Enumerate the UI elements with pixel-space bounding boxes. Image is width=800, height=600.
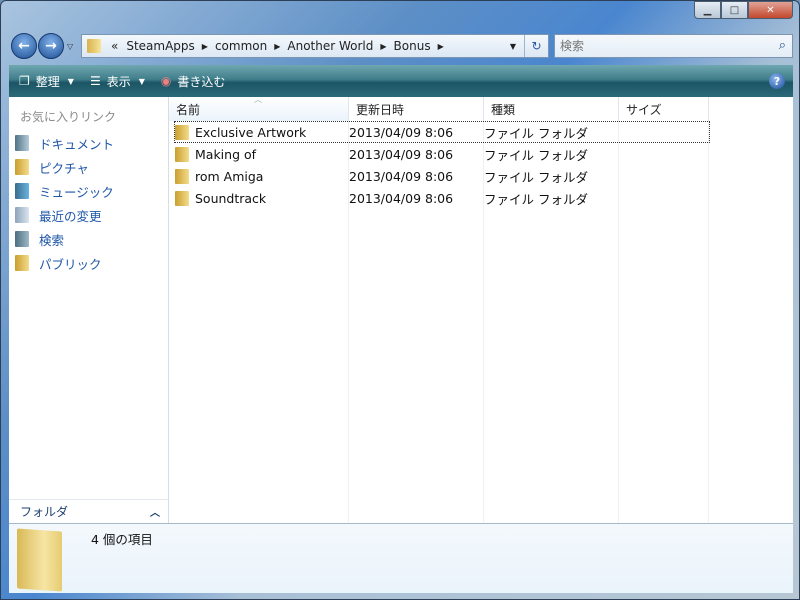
file-row[interactable]: rom Amiga 2013/04/09 8:06 ファイル フォルダ	[175, 166, 619, 186]
details-pane: 4 個の項目	[9, 523, 793, 593]
navigation-buttons: ← → ▽	[11, 33, 73, 59]
maximize-button[interactable]: □	[721, 1, 748, 19]
sidebar-item-label: 最近の変更	[39, 208, 102, 224]
folders-toggle[interactable]: フォルダ ︿	[9, 499, 168, 523]
file-name: rom Amiga	[195, 168, 264, 184]
help-icon[interactable]: ?	[769, 73, 785, 89]
column-type[interactable]: 種類	[484, 97, 619, 121]
sidebar-item-recent[interactable]: 最近の変更	[15, 205, 102, 225]
burn-button[interactable]: ◉ 書き込む	[161, 73, 226, 90]
favorite-links-header: お気に入りリンク	[20, 110, 117, 124]
sidebar-item-label: 検索	[39, 232, 65, 248]
file-type: ファイル フォルダ	[484, 169, 588, 185]
search-icon[interactable]: ⌕	[779, 38, 786, 53]
recent-changes-icon	[15, 207, 29, 223]
file-name: Soundtrack	[195, 190, 267, 206]
column-size[interactable]: サイズ	[619, 97, 709, 121]
column-label: 名前	[176, 103, 201, 117]
breadcrumb-arrow-icon[interactable]: ▶	[380, 42, 386, 51]
file-row[interactable]: Exclusive Artwork 2013/04/09 8:06 ファイル フ…	[174, 121, 710, 143]
breadcrumb-arrow-icon[interactable]: ▶	[438, 42, 444, 51]
forward-button[interactable]: →	[38, 33, 64, 59]
file-name: Exclusive Artwork	[195, 124, 307, 140]
folders-label: フォルダ	[20, 505, 69, 519]
organize-label: 整理	[35, 74, 60, 89]
column-label: 種類	[491, 103, 516, 117]
sidebar-item-music[interactable]: ミュージック	[15, 181, 114, 201]
views-label: 表示	[106, 74, 131, 89]
organize-icon: ❐	[19, 74, 30, 88]
column-date-modified[interactable]: 更新日時	[349, 97, 484, 121]
item-count: 4 個の項目	[91, 532, 153, 547]
refresh-icon[interactable]: ↻	[524, 35, 548, 57]
file-date: 2013/04/09 8:06	[349, 124, 454, 140]
file-row[interactable]: Soundtrack 2013/04/09 8:06 ファイル フォルダ	[175, 188, 619, 208]
column-label: サイズ	[626, 103, 662, 117]
burn-disc-icon: ◉	[160, 74, 172, 88]
folder-icon	[15, 159, 29, 175]
folder-icon	[175, 124, 189, 140]
sidebar-item-searches[interactable]: 検索	[15, 229, 64, 249]
folder-icon	[175, 190, 189, 206]
address-dropdown-icon[interactable]: ▼	[504, 35, 522, 57]
views-icon: ☰	[89, 74, 101, 88]
recent-pages-dropdown[interactable]: ▽	[67, 42, 73, 51]
column-divider	[708, 121, 709, 523]
breadcrumb-steamapps[interactable]: SteamApps	[126, 39, 194, 53]
address-bar[interactable]: « SteamApps ▶ common ▶ Another World ▶ B…	[81, 34, 549, 58]
breadcrumb-arrow-icon[interactable]: ▶	[274, 42, 280, 51]
folder-icon	[87, 39, 101, 53]
breadcrumb-bonus[interactable]: Bonus	[394, 39, 431, 53]
search-box: ⌕	[554, 34, 793, 58]
views-button[interactable]: ☰ 表示 ▼	[90, 73, 145, 90]
burn-label: 書き込む	[177, 74, 226, 89]
breadcrumb-arrow-icon[interactable]: ▶	[202, 42, 208, 51]
sidebar-item-public[interactable]: パブリック	[15, 253, 102, 273]
file-row[interactable]: Making of 2013/04/09 8:06 ファイル フォルダ	[175, 144, 619, 164]
documents-icon	[15, 135, 29, 151]
back-button[interactable]: ←	[11, 33, 37, 59]
sidebar-item-label: ピクチャ	[39, 160, 89, 176]
file-type: ファイル フォルダ	[484, 125, 588, 141]
sidebar-item-pictures[interactable]: ピクチャ	[15, 157, 89, 177]
breadcrumb-another-world[interactable]: Another World	[287, 39, 373, 53]
file-type: ファイル フォルダ	[484, 191, 588, 207]
chevron-down-icon: ▼	[67, 76, 74, 86]
sidebar-item-label: ドキュメント	[39, 136, 115, 152]
sidebar-item-documents[interactable]: ドキュメント	[15, 133, 114, 153]
chevron-down-icon: ▼	[138, 76, 145, 86]
breadcrumb-common[interactable]: common	[215, 39, 267, 53]
search-folder-icon	[15, 231, 29, 247]
sort-ascending-icon: ︿	[254, 95, 262, 104]
close-button[interactable]: ✕	[748, 1, 793, 19]
organize-button[interactable]: ❐ 整理 ▼	[19, 73, 74, 90]
column-name[interactable]: ︿ 名前	[169, 95, 349, 121]
sidebar-item-label: パブリック	[39, 256, 102, 272]
folder-icon	[175, 146, 189, 162]
sidebar-item-label: ミュージック	[39, 184, 114, 200]
file-date: 2013/04/09 8:06	[349, 168, 454, 184]
window-controls: ▁ □ ✕	[694, 1, 793, 19]
chevron-up-icon: ︿	[150, 508, 160, 519]
file-list: ︿ 名前 更新日時 種類 サイズ Exclusive Artwork 2013/0…	[169, 95, 793, 523]
explorer-window: ▁ □ ✕ ← → ▽ « SteamApps ▶ common ▶ Anoth…	[0, 0, 800, 600]
music-icon	[15, 183, 29, 199]
file-type: ファイル フォルダ	[484, 147, 588, 163]
file-name: Making of	[195, 146, 257, 162]
column-headers: ︿ 名前 更新日時 種類 サイズ	[169, 95, 709, 121]
navigation-pane: お気に入りリンク ドキュメント ピクチャ ミュージック 最近の変更 検索 パブリ…	[9, 97, 169, 523]
search-input[interactable]	[560, 39, 760, 53]
folder-icon	[15, 255, 29, 271]
breadcrumb-overflow[interactable]: «	[111, 39, 118, 53]
large-folder-icon	[17, 528, 62, 592]
column-label: 更新日時	[356, 103, 405, 117]
file-date: 2013/04/09 8:06	[349, 190, 454, 206]
minimize-button[interactable]: ▁	[694, 1, 721, 19]
command-bar: ❐ 整理 ▼ ☰ 表示 ▼ ◉ 書き込む ?	[9, 65, 793, 97]
folder-icon	[175, 168, 189, 184]
file-date: 2013/04/09 8:06	[349, 146, 454, 162]
